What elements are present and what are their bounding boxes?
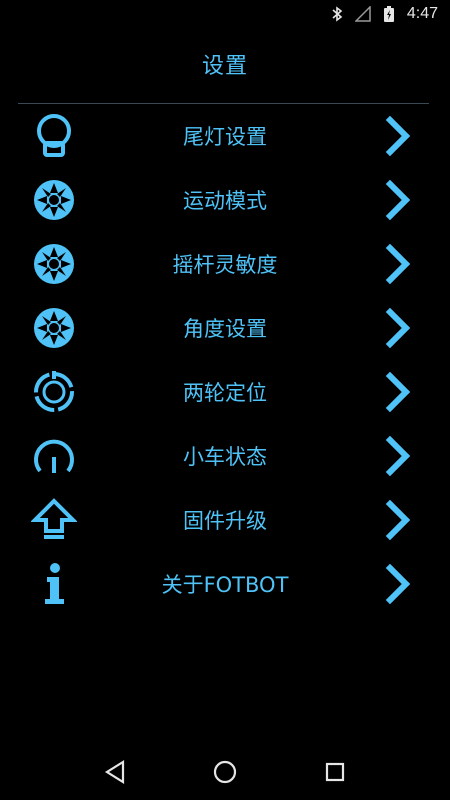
back-icon[interactable]	[99, 756, 131, 788]
menu-item-two-wheel-positioning[interactable]: 两轮定位	[0, 360, 450, 424]
menu-item-car-status[interactable]: 小车状态	[0, 424, 450, 488]
chevron-right-icon	[384, 243, 412, 285]
home-icon[interactable]	[209, 756, 241, 788]
battery-charging-icon	[381, 6, 397, 22]
bluetooth-icon	[329, 6, 345, 22]
chevron-right-icon	[384, 307, 412, 349]
menu-item-label: 小车状态	[183, 445, 267, 469]
menu-item-label: 角度设置	[183, 317, 267, 341]
chevron-right-icon	[384, 115, 412, 157]
menu-item-label: 两轮定位	[183, 381, 267, 405]
status-bar: 4:47	[0, 0, 450, 28]
menu-item-firmware-upgrade[interactable]: 固件升级	[0, 488, 450, 552]
chevron-right-icon	[384, 179, 412, 221]
settings-menu: 尾灯设置 运动模式 摇杆灵敏度 角度设置 两轮定位 小车状态 固件升级 关于FO…	[0, 104, 450, 616]
menu-item-angle-settings[interactable]: 角度设置	[0, 296, 450, 360]
page-title: 设置	[201, 54, 248, 79]
menu-item-taillight[interactable]: 尾灯设置	[0, 104, 450, 168]
chevron-right-icon	[384, 563, 412, 605]
menu-item-label: 尾灯设置	[183, 125, 267, 149]
menu-item-label: 摇杆灵敏度	[172, 253, 278, 277]
clock: 4:47	[406, 5, 438, 22]
menu-item-label: 关于FOTBOT	[161, 573, 289, 597]
menu-item-about[interactable]: 关于FOTBOT	[0, 552, 450, 616]
chevron-right-icon	[384, 435, 412, 477]
menu-item-label: 固件升级	[183, 509, 267, 533]
chevron-right-icon	[384, 499, 412, 541]
recents-icon[interactable]	[319, 756, 351, 788]
menu-item-motion-mode[interactable]: 运动模式	[0, 168, 450, 232]
chevron-right-icon	[384, 371, 412, 413]
menu-item-label: 运动模式	[183, 189, 267, 213]
navigation-bar	[0, 744, 450, 800]
menu-item-joystick-sensitivity[interactable]: 摇杆灵敏度	[0, 232, 450, 296]
signal-icon	[354, 6, 371, 22]
